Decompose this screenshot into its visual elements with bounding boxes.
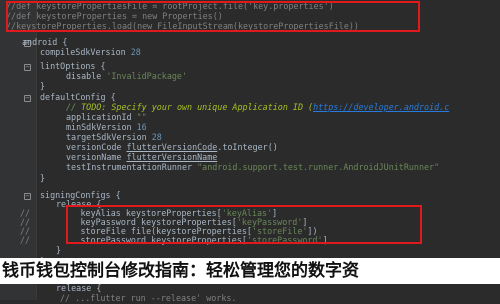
code-token: flutterVersionName — [126, 152, 218, 162]
code-token: "" — [136, 112, 147, 122]
code-token: 16 — [136, 122, 147, 132]
code-line[interactable]: } — [0, 81, 500, 92]
code-token: 28 — [130, 47, 141, 57]
code-token: // — [66, 102, 82, 112]
code-token: release { — [56, 283, 102, 293]
code-token: // — [20, 235, 31, 245]
code-token: https://developer.android.c — [313, 102, 450, 112]
code-token: disable — [66, 71, 107, 81]
code-token: storePassword keystoreProperties[ — [30, 235, 247, 245]
code-token: android { — [22, 37, 68, 47]
article-title-banner: 钱币钱包控制台修改指南：轻松管理您的数字资 — [0, 258, 500, 284]
code-token: //def keystoreProperties = new Propertie… — [6, 11, 223, 21]
code-line[interactable]: } — [0, 245, 500, 256]
code-token: minSdkVersion — [66, 122, 137, 132]
code-token: ] — [322, 235, 328, 245]
code-line[interactable]: // ...flutter run --release' works. — [0, 293, 500, 304]
code-token: 28 — [151, 132, 162, 142]
code-token: versionName — [66, 152, 127, 162]
article-title: 钱币钱包控制台修改指南：轻松管理您的数字资 — [2, 261, 359, 281]
code-line[interactable]: } — [0, 173, 500, 184]
code-line[interactable]: testInstrumentationRunner "android.suppo… — [0, 162, 500, 173]
code-token: } — [40, 173, 46, 183]
code-token: compileSdkVersion — [40, 47, 131, 57]
code-token: defaultConfig { — [40, 92, 116, 102]
code-token: //keystoreProperties.load(new FileInputS… — [6, 21, 359, 31]
code-line[interactable]: //keystoreProperties.load(new FileInputS… — [0, 21, 500, 32]
code-token: lintOptions { — [40, 61, 106, 71]
code-token: } — [40, 81, 46, 91]
code-token: 'storePassword' — [246, 235, 323, 245]
code-token: //def keystorePropertiesFile = rootProje… — [6, 1, 334, 11]
code-token: applicationId — [66, 112, 137, 122]
code-token: toInteger() — [222, 142, 278, 152]
code-token: "android.support.test.runner.AndroidJUni… — [197, 162, 440, 172]
code-token: targetSdkVersion — [66, 132, 152, 142]
code-token: } — [56, 245, 62, 255]
code-token: // ...flutter run --release' works. — [60, 293, 237, 303]
code-editor[interactable]: − − − − − //def keystorePropertiesFile =… — [0, 0, 500, 303]
code-token: versionCode — [66, 142, 127, 152]
code-line[interactable]: compileSdkVersion 28 — [0, 47, 500, 58]
code-token: TODO: Specify your own unique Applicatio… — [81, 102, 314, 112]
code-token: testInstrumentationRunner — [66, 162, 198, 172]
code-token: 'InvalidPackage' — [106, 71, 188, 81]
code-token: flutterVersionCode — [126, 142, 218, 152]
